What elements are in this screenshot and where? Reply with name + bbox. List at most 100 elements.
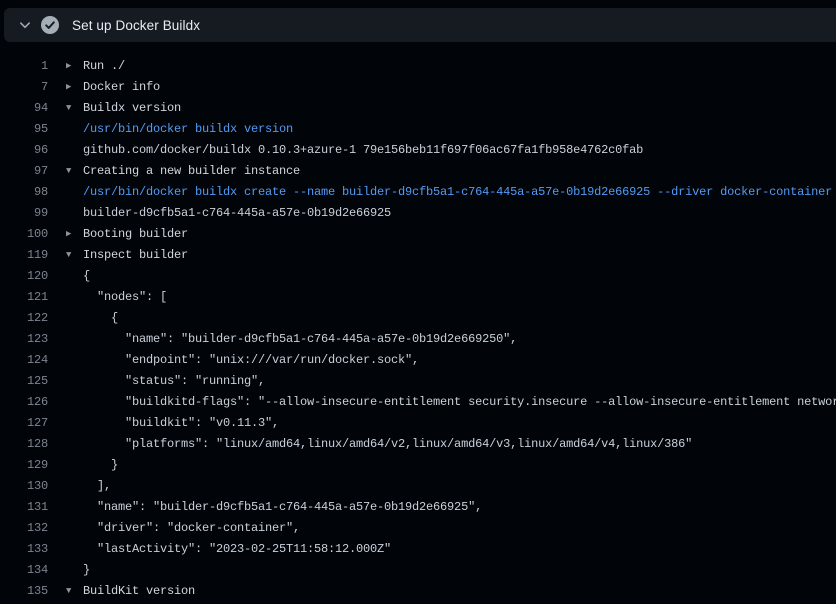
log-text: github.com/docker/buildx 0.10.3+azure-1 … <box>83 140 643 161</box>
log-lines: 1▶Run ./7▶Docker info94▼Buildx version95… <box>0 56 836 604</box>
arrow-spacer <box>66 308 83 329</box>
arrow-spacer <box>66 140 83 161</box>
arrow-spacer <box>66 497 83 518</box>
chevron-expanded-icon[interactable]: ▼ <box>66 98 83 119</box>
step-title: Set up Docker Buildx <box>72 18 200 33</box>
log-text: Creating a new builder instance <box>83 161 300 182</box>
line-number[interactable]: 99 <box>0 203 48 224</box>
log-line-group[interactable]: 94 ▼Buildx version <box>0 98 836 119</box>
log-line: 125 "status": "running", <box>0 371 836 392</box>
arrow-spacer <box>66 119 83 140</box>
log-line-group[interactable]: 135 ▼BuildKit version <box>0 581 836 602</box>
log-text: "name": "builder-d9cfb5a1-c764-445a-a57e… <box>83 497 482 518</box>
chevron-expanded-icon[interactable]: ▼ <box>66 161 83 182</box>
log-text: "buildkitd-flags": "--allow-insecure-ent… <box>83 392 836 413</box>
log-line-group[interactable]: 97 ▼Creating a new builder instance <box>0 161 836 182</box>
log-text: { <box>83 308 118 329</box>
log-line-group[interactable]: 7 ▶Docker info <box>0 77 836 98</box>
line-number[interactable]: 135 <box>0 581 48 602</box>
line-number[interactable]: 120 <box>0 266 48 287</box>
log-text: "buildkit": "v0.11.3", <box>83 413 279 434</box>
line-number[interactable]: 96 <box>0 140 48 161</box>
line-number[interactable]: 95 <box>0 119 48 140</box>
arrow-spacer <box>66 350 83 371</box>
log-line: 132 "driver": "docker-container", <box>0 518 836 539</box>
arrow-spacer <box>66 182 83 203</box>
line-number[interactable]: 100 <box>0 224 48 245</box>
log-text: Inspect builder <box>83 245 188 266</box>
log-text: Buildx version <box>83 98 181 119</box>
arrow-spacer <box>66 371 83 392</box>
line-number[interactable]: 121 <box>0 287 48 308</box>
log-text: } <box>83 560 90 581</box>
step-header[interactable]: Set up Docker Buildx <box>4 8 836 42</box>
log-line: 134} <box>0 560 836 581</box>
log-line: 123 "name": "builder-d9cfb5a1-c764-445a-… <box>0 329 836 350</box>
line-number[interactable]: 132 <box>0 518 48 539</box>
log-line: 133 "lastActivity": "2023-02-25T11:58:12… <box>0 539 836 560</box>
line-number[interactable]: 127 <box>0 413 48 434</box>
log-line-group[interactable]: 119 ▼Inspect builder <box>0 245 836 266</box>
line-number[interactable]: 122 <box>0 308 48 329</box>
arrow-spacer <box>66 434 83 455</box>
log-text: /usr/bin/docker buildx version <box>83 119 293 140</box>
log-line: 126 "buildkitd-flags": "--allow-insecure… <box>0 392 836 413</box>
log-line: 128 "platforms": "linux/amd64,linux/amd6… <box>0 434 836 455</box>
arrow-spacer <box>66 329 83 350</box>
log-text: BuildKit version <box>83 581 195 602</box>
line-number[interactable]: 119 <box>0 245 48 266</box>
check-circle-icon <box>41 16 59 34</box>
log-text: "driver": "docker-container", <box>83 518 300 539</box>
chevron-collapsed-icon[interactable]: ▶ <box>66 224 83 245</box>
log-text: "lastActivity": "2023-02-25T11:58:12.000… <box>83 539 391 560</box>
log-line-group[interactable]: 100 ▶Booting builder <box>0 224 836 245</box>
arrow-spacer <box>66 476 83 497</box>
log-line-group[interactable]: 1 ▶Run ./ <box>0 56 836 77</box>
line-number[interactable]: 125 <box>0 371 48 392</box>
chevron-collapsed-icon[interactable]: ▶ <box>66 77 83 98</box>
log-container: 1▶Run ./7▶Docker info94▼Buildx version95… <box>0 42 836 604</box>
log-line: 95/usr/bin/docker buildx version <box>0 119 836 140</box>
chevron-collapsed-icon[interactable]: ▶ <box>66 56 83 77</box>
arrow-spacer <box>66 287 83 308</box>
log-text: "name": "builder-d9cfb5a1-c764-445a-a57e… <box>83 329 517 350</box>
arrow-spacer <box>66 539 83 560</box>
line-number[interactable]: 7 <box>0 77 48 98</box>
line-number[interactable]: 94 <box>0 98 48 119</box>
log-text: builder-d9cfb5a1-c764-445a-a57e-0b19d2e6… <box>83 203 391 224</box>
line-number[interactable]: 130 <box>0 476 48 497</box>
log-line: 124 "endpoint": "unix:///var/run/docker.… <box>0 350 836 371</box>
log-text: ], <box>83 476 111 497</box>
line-number[interactable]: 97 <box>0 161 48 182</box>
arrow-spacer <box>66 392 83 413</box>
log-line: 98/usr/bin/docker buildx create --name b… <box>0 182 836 203</box>
line-number[interactable]: 128 <box>0 434 48 455</box>
chevron-expanded-icon[interactable]: ▼ <box>66 581 83 602</box>
arrow-spacer <box>66 560 83 581</box>
log-line: 120{ <box>0 266 836 287</box>
arrow-spacer <box>66 455 83 476</box>
line-number[interactable]: 1 <box>0 56 48 77</box>
arrow-spacer <box>66 518 83 539</box>
arrow-spacer <box>66 266 83 287</box>
line-number[interactable]: 133 <box>0 539 48 560</box>
line-number[interactable]: 131 <box>0 497 48 518</box>
chevron-down-icon[interactable] <box>18 18 32 32</box>
log-text: Run ./ <box>83 56 125 77</box>
log-text: /usr/bin/docker buildx create --name bui… <box>83 182 832 203</box>
arrow-spacer <box>66 413 83 434</box>
arrow-spacer <box>66 203 83 224</box>
line-number[interactable]: 126 <box>0 392 48 413</box>
line-number[interactable]: 124 <box>0 350 48 371</box>
log-text: "nodes": [ <box>83 287 167 308</box>
log-text: Booting builder <box>83 224 188 245</box>
log-line: 130 ], <box>0 476 836 497</box>
line-number[interactable]: 123 <box>0 329 48 350</box>
log-line: 127 "buildkit": "v0.11.3", <box>0 413 836 434</box>
line-number[interactable]: 134 <box>0 560 48 581</box>
chevron-expanded-icon[interactable]: ▼ <box>66 245 83 266</box>
line-number[interactable]: 98 <box>0 182 48 203</box>
line-number[interactable]: 129 <box>0 455 48 476</box>
log-line: 96 github.com/docker/buildx 0.10.3+azure-… <box>0 140 836 161</box>
log-text: Docker info <box>83 77 160 98</box>
